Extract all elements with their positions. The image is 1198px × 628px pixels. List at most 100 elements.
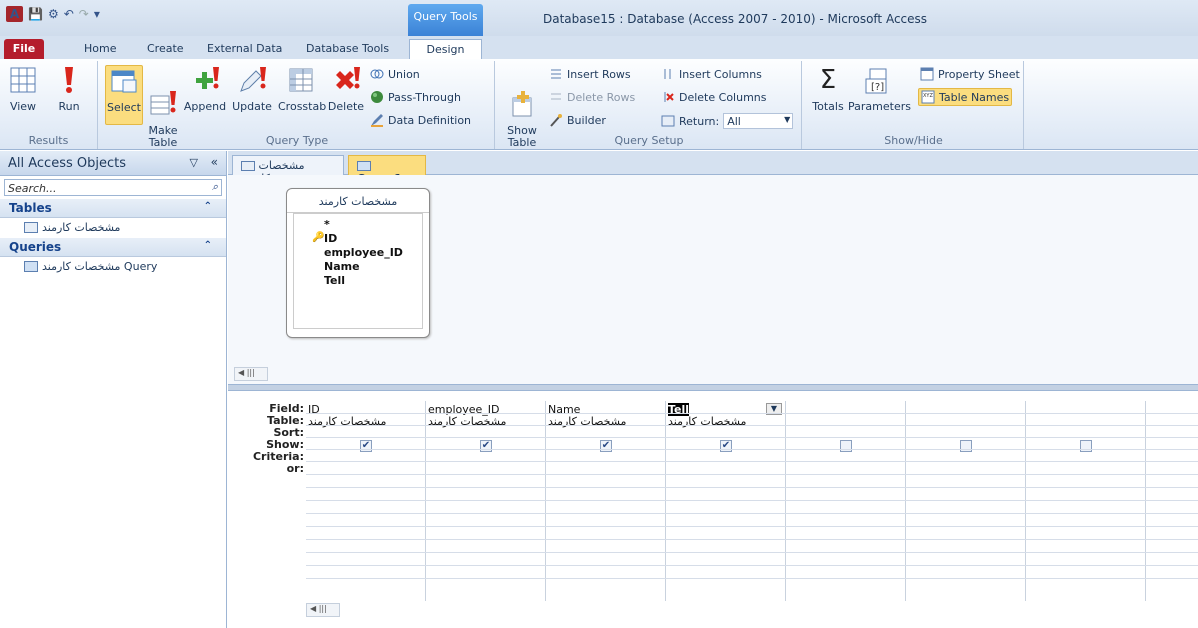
insert-rows-button[interactable]: Insert Rows (549, 67, 631, 81)
nav-item-query[interactable]: مشخصات کارمند Query (0, 257, 226, 277)
update-button[interactable]: Update (230, 65, 274, 113)
grid-horizontal-scrollbar[interactable]: ◀ ||| (306, 603, 340, 617)
tab-database-tools[interactable]: Database Tools (306, 39, 389, 59)
grid-row-line (306, 526, 1198, 527)
delete-rows-button[interactable]: Delete Rows (549, 90, 635, 104)
nav-category-queries[interactable]: Queries ⌃ (0, 238, 226, 257)
grid-row-line (306, 461, 1198, 462)
nav-category-tables[interactable]: Tables ⌃ (0, 199, 226, 218)
crosstab-button[interactable]: Crosstab (278, 65, 326, 113)
nav-search-input[interactable]: Search... ⌕ (4, 179, 222, 196)
append-plus-icon (190, 65, 220, 95)
crosstab-icon (286, 65, 316, 95)
tab-home[interactable]: Home (84, 39, 116, 59)
results-group: View Run Results (0, 61, 98, 149)
customize-icon[interactable]: ⚙ (48, 7, 59, 21)
collapse-chevron-icon[interactable]: ⌃ (204, 201, 212, 212)
delete-columns-button[interactable]: Delete Columns (661, 90, 767, 104)
horizontal-scrollbar[interactable]: ◀ ||| (234, 367, 268, 381)
grid-table-cell[interactable]: مشخصات کارمند (428, 415, 506, 428)
qat-dropdown-icon[interactable]: ▾ (94, 7, 100, 21)
pass-through-button[interactable]: Pass-Through (370, 90, 461, 104)
undo-icon[interactable]: ↶ (64, 7, 74, 21)
redo-icon[interactable]: ↷ (79, 7, 89, 21)
field-list-item[interactable]: Name (294, 260, 422, 274)
tab-design[interactable]: Design (409, 39, 482, 59)
grid-column[interactable]: ID مشخصات کارمند ✔ (306, 401, 426, 601)
tab-table-document[interactable]: مشخصات کارمند (232, 155, 344, 185)
append-button[interactable]: Append (183, 65, 227, 113)
grid-table-cell[interactable]: مشخصات کارمند (308, 415, 386, 428)
grid-column[interactable] (1026, 401, 1146, 601)
grid-row-line (306, 578, 1198, 579)
grid-table-cell[interactable]: مشخصات کارمند (668, 415, 746, 428)
access-logo-icon: A (6, 6, 23, 22)
builder-button[interactable]: Builder (549, 113, 606, 127)
nav-menu-chevron-icon[interactable]: ▽ (190, 156, 198, 169)
totals-button[interactable]: Σ Totals (810, 65, 846, 113)
globe-icon (370, 90, 384, 104)
grid-column[interactable]: Name مشخصات کارمند ✔ (546, 401, 666, 601)
select-query-button[interactable]: Select (105, 65, 143, 125)
collapse-chevron-icon[interactable]: ⌃ (204, 240, 212, 251)
grid-table-cell[interactable]: مشخصات کارمند (548, 415, 626, 428)
show-checkbox[interactable] (1080, 440, 1092, 452)
scroll-left-icon[interactable]: ◀ (238, 368, 244, 377)
field-list-item[interactable]: * (294, 218, 422, 232)
show-checkbox[interactable]: ✔ (600, 440, 612, 452)
insert-columns-button[interactable]: Insert Columns (661, 67, 762, 81)
scroll-left-icon[interactable]: ◀ (310, 604, 316, 613)
show-checkbox[interactable]: ✔ (720, 440, 732, 452)
tab-file[interactable]: File (4, 39, 44, 59)
run-button[interactable]: Run (54, 65, 84, 113)
run-exclamation-icon (54, 65, 84, 95)
grid-column[interactable] (906, 401, 1026, 601)
table-names-button[interactable]: XYZ Table Names (918, 88, 1013, 106)
property-sheet-button[interactable]: Property Sheet (920, 67, 1020, 81)
grid-column[interactable] (786, 401, 906, 601)
update-pencil-icon (237, 65, 267, 95)
field-list: * 🔑 ID employee_ID Name Tell (293, 213, 423, 329)
grid-row-line (306, 425, 1198, 426)
select-query-icon (109, 66, 139, 96)
shutter-bar-close-icon[interactable]: « (211, 155, 218, 169)
show-checkbox[interactable] (840, 440, 852, 452)
return-control: Return: All ▼ (661, 113, 794, 129)
tab-query1[interactable]: Query1 (348, 155, 426, 185)
pane-splitter[interactable] (228, 384, 1198, 391)
return-icon (661, 114, 675, 128)
tab-external-data[interactable]: External Data (207, 39, 282, 59)
title-bar: A 💾 ⚙ ↶ ↷ ▾ Query Tools Database15 : Dat… (0, 0, 1198, 36)
data-definition-button[interactable]: Data Definition (370, 113, 471, 127)
field-list-box[interactable]: مشخصات کارمند * 🔑 ID employee_ID Name Te… (286, 188, 430, 338)
search-icon[interactable]: ⌕ (212, 180, 218, 194)
nav-item-table[interactable]: مشخصات کارمند (0, 218, 226, 238)
tab-create[interactable]: Create (147, 39, 184, 59)
query-design-area[interactable]: مشخصات کارمند * 🔑 ID employee_ID Name Te… (228, 175, 1198, 386)
parameters-button[interactable]: [?] Parameters (848, 65, 911, 113)
show-checkbox[interactable] (960, 440, 972, 452)
nav-header[interactable]: All Access Objects ▽ « (0, 151, 226, 176)
show-table-icon (507, 77, 537, 117)
delete-query-button[interactable]: Delete (327, 65, 365, 113)
save-icon[interactable]: 💾 (28, 7, 43, 21)
grid-row-line (306, 513, 1198, 514)
return-dropdown[interactable]: All ▼ (723, 113, 794, 129)
show-checkbox[interactable]: ✔ (360, 440, 372, 452)
field-list-item[interactable]: 🔑 ID (294, 232, 422, 246)
view-button[interactable]: View (8, 65, 38, 113)
svg-text:[?]: [?] (871, 82, 884, 93)
field-list-item[interactable]: Tell (294, 274, 422, 288)
field-list-item[interactable]: employee_ID (294, 246, 422, 260)
table-icon (24, 222, 38, 233)
grid-column[interactable]: Tell ▼ مشخصات کارمند ✔ (666, 401, 786, 601)
show-checkbox[interactable]: ✔ (480, 440, 492, 452)
grid-column[interactable]: employee_ID مشخصات کارمند ✔ (426, 401, 546, 601)
datasheet-view-icon (8, 65, 38, 95)
query-icon (24, 261, 38, 272)
builder-wand-icon (549, 113, 563, 127)
union-button[interactable]: Union (370, 67, 420, 81)
grid-row-line (306, 552, 1198, 553)
query-tools-context-tab: Query Tools (408, 4, 483, 36)
parameters-icon: [?] (862, 65, 892, 95)
